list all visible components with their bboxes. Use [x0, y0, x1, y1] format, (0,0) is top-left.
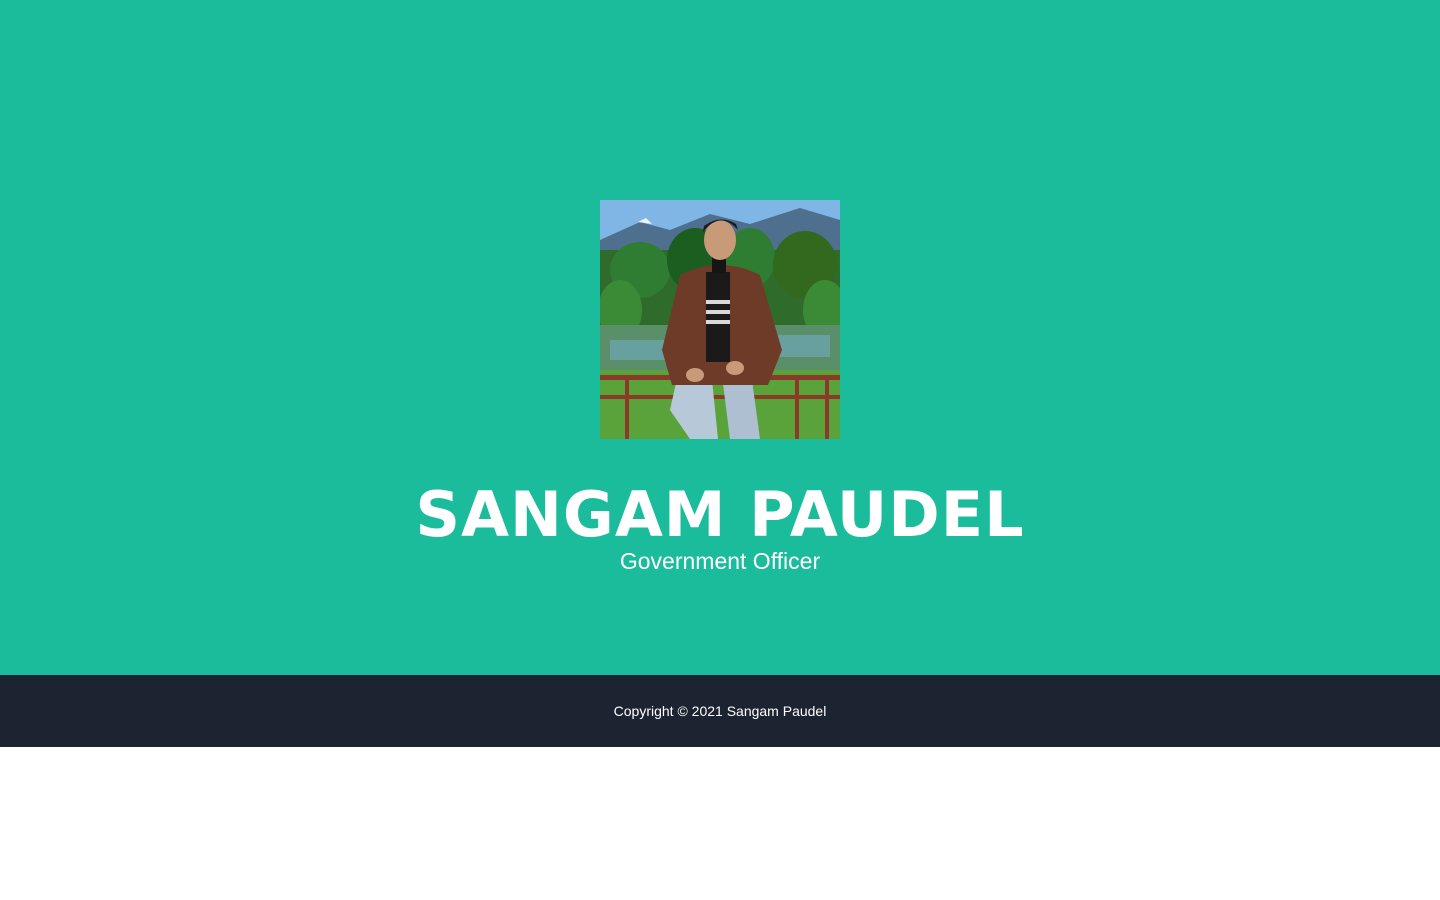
profile-photo	[600, 200, 840, 439]
job-title: Government Officer	[619, 548, 821, 574]
portrait-illustration	[600, 200, 840, 439]
masthead: SANGAM PAUDEL Government Officer	[0, 0, 1440, 675]
page-background	[0, 747, 1440, 900]
copyright-text: Copyright © 2021 Sangam Paudel	[613, 703, 827, 719]
footer: Copyright © 2021 Sangam Paudel	[0, 675, 1440, 747]
